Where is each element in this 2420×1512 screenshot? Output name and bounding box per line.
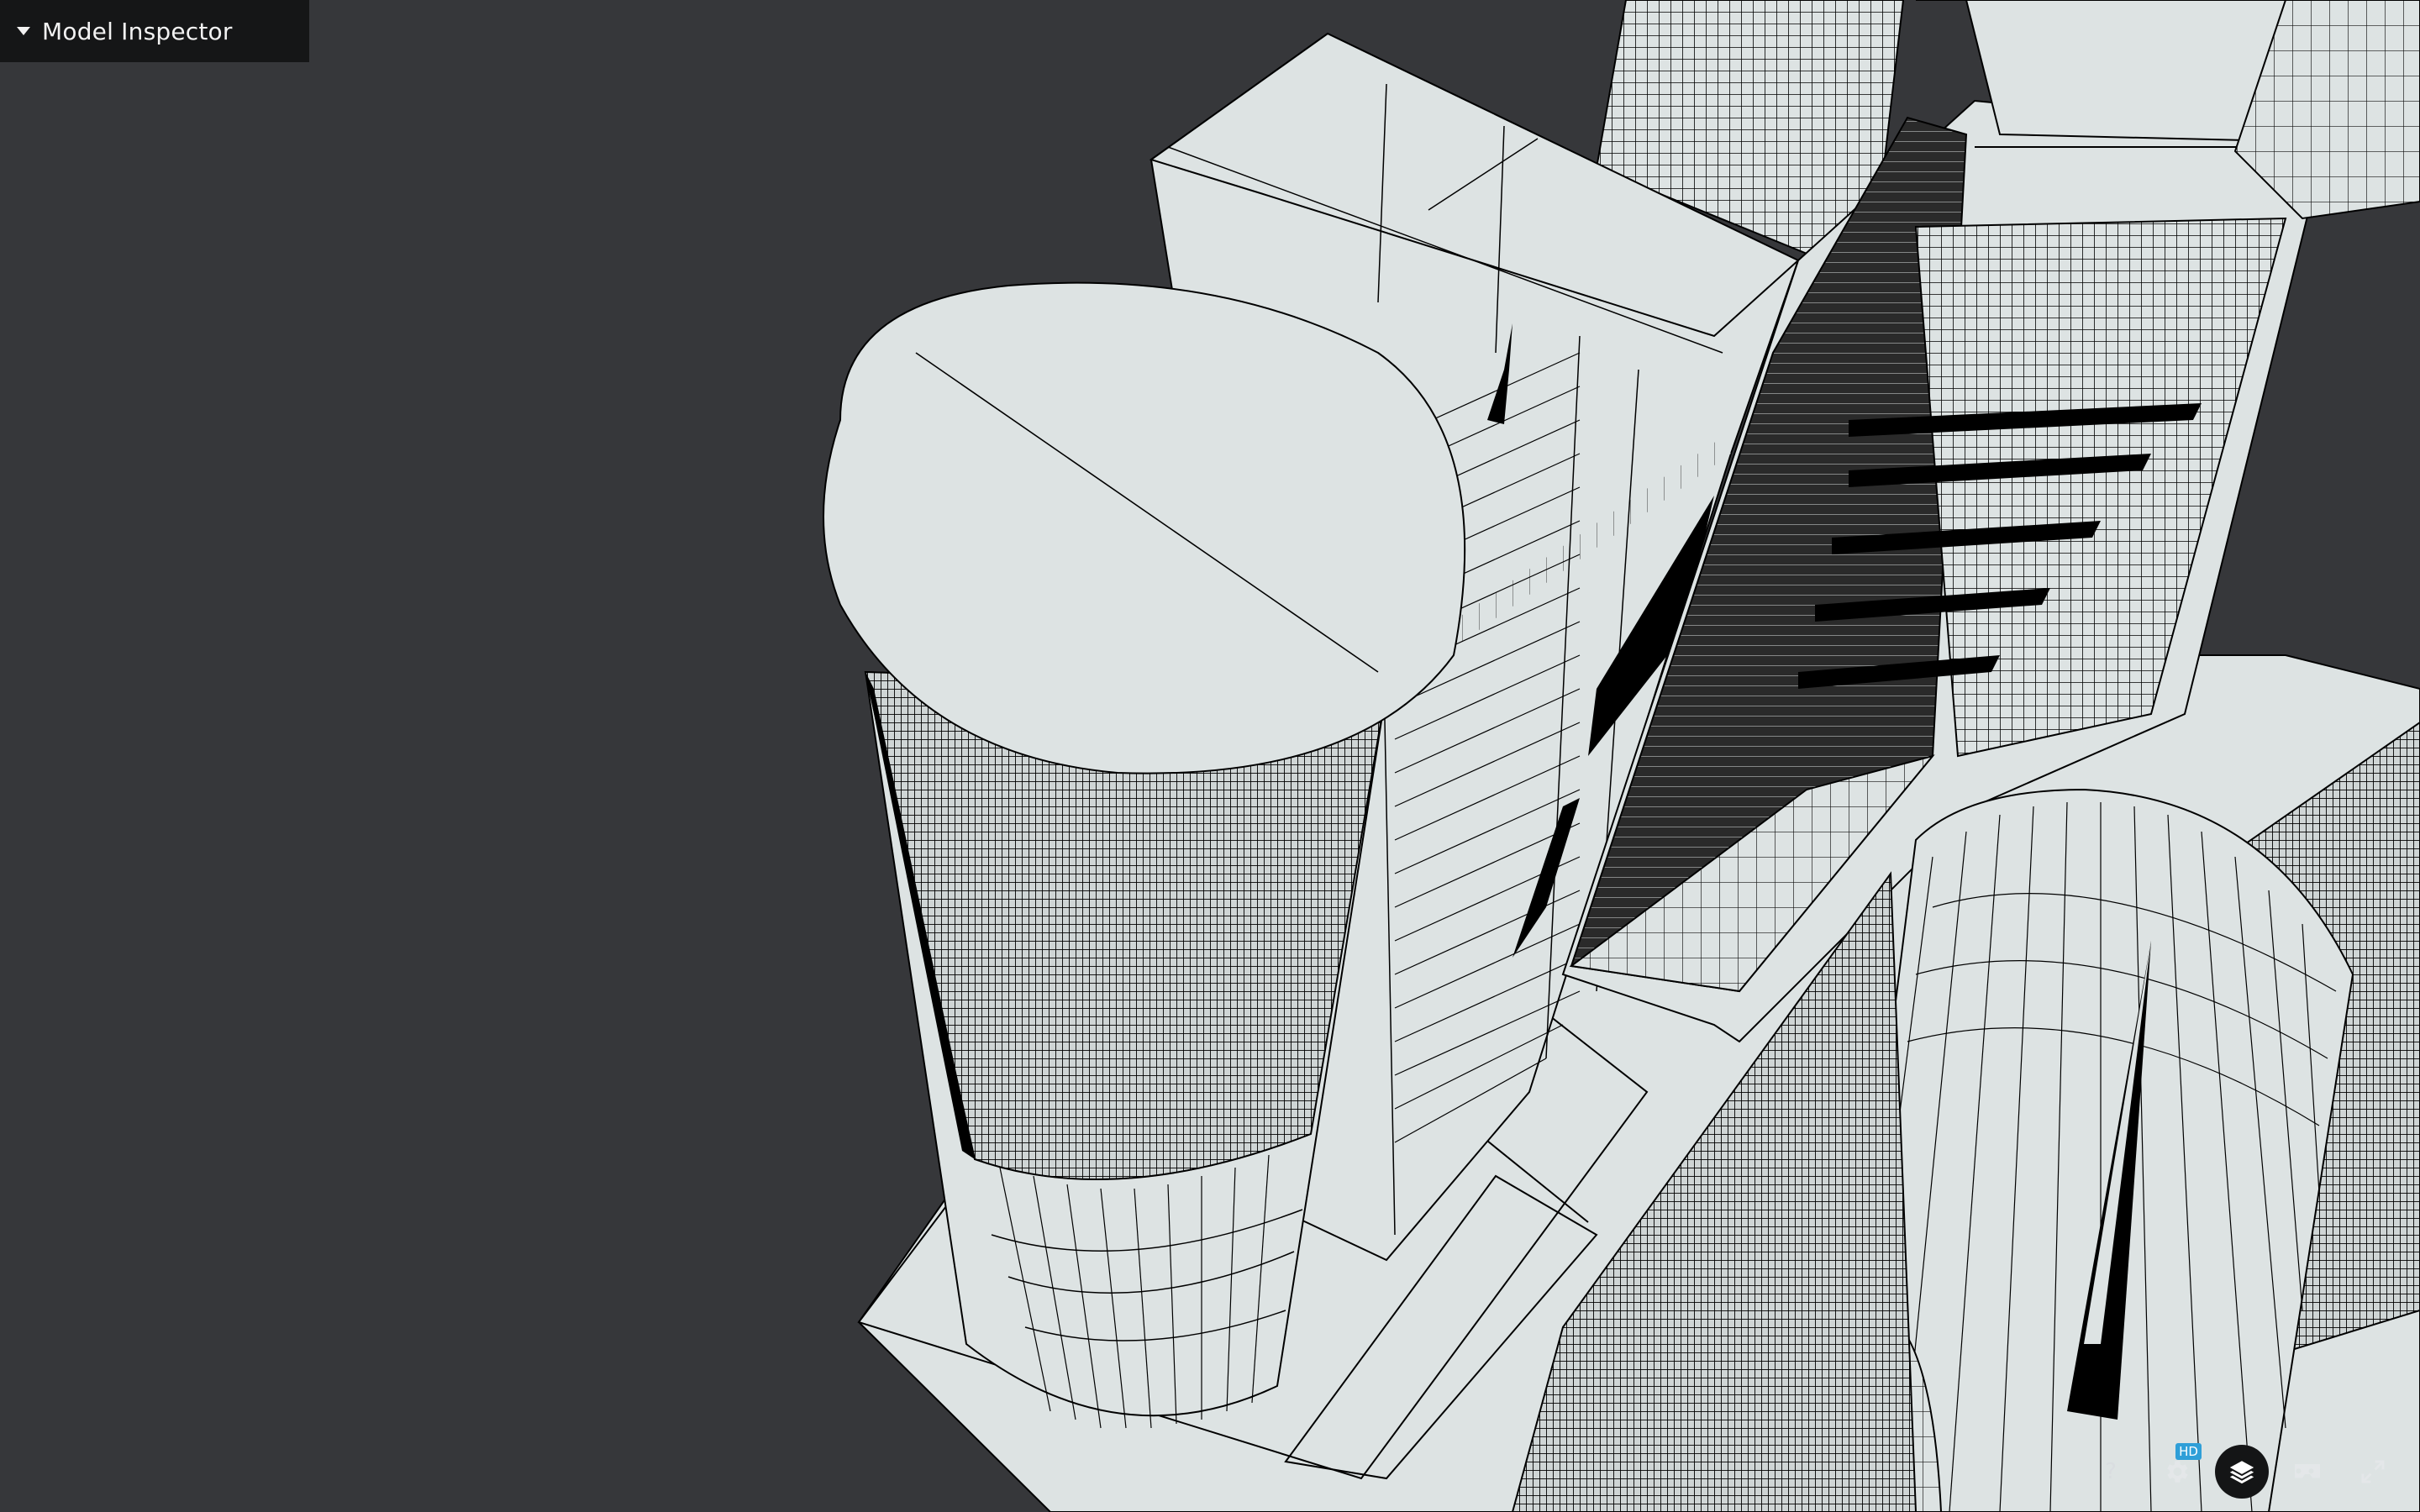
model-inspector-toggle[interactable]: Model Inspector: [0, 0, 309, 62]
layers-icon: [2229, 1461, 2254, 1484]
gear-icon: [2167, 1461, 2188, 1483]
layers-button[interactable]: [2215, 1445, 2269, 1499]
3d-viewport[interactable]: [0, 0, 2420, 1512]
vr-button[interactable]: [2281, 1445, 2334, 1499]
fullscreen-button[interactable]: [2346, 1445, 2400, 1499]
fullscreen-icon: [2361, 1460, 2385, 1483]
viewer-toolbar: ? HD: [2084, 1443, 2400, 1499]
help-button[interactable]: ?: [2084, 1445, 2138, 1499]
model-inspector-label: Model Inspector: [42, 17, 233, 45]
model-viewer-app: Model Inspector ? HD: [0, 0, 2420, 1512]
caret-down-icon: [17, 27, 30, 35]
vr-headset-icon: [2295, 1464, 2320, 1478]
hd-badge: HD: [2175, 1443, 2202, 1460]
settings-button[interactable]: HD: [2149, 1443, 2203, 1499]
help-icon: ?: [2105, 1459, 2117, 1484]
